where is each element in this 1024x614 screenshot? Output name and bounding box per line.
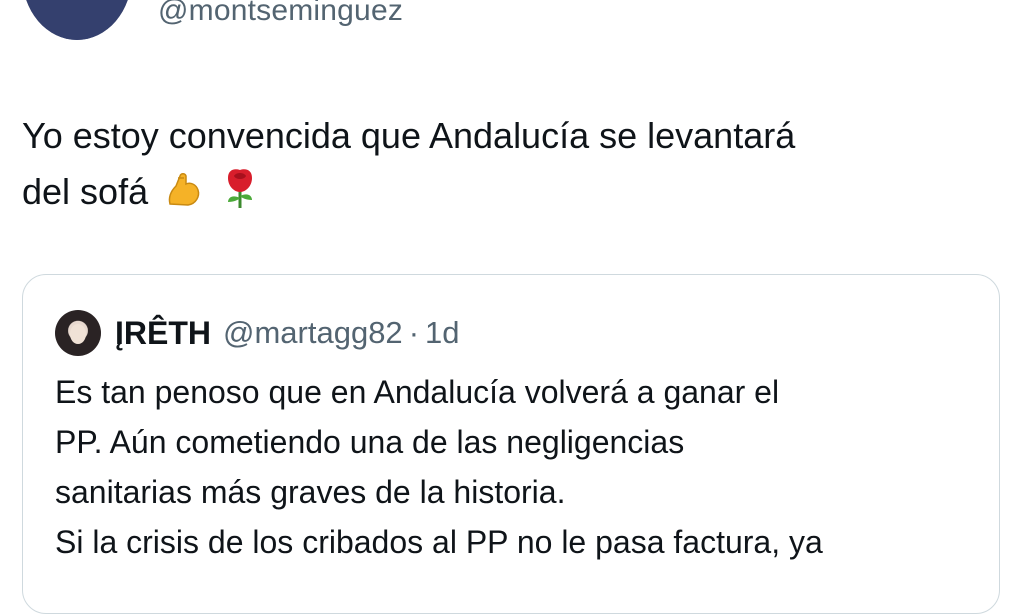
tweet-text-line-2-text: del sofá xyxy=(22,171,149,212)
avatar-shirt xyxy=(22,0,132,40)
quoted-author-handle[interactable]: @martagg82 xyxy=(223,315,403,351)
flexed-biceps-icon xyxy=(164,170,204,226)
quoted-text-line-2: PP. Aún cometiendo una de las negligenci… xyxy=(55,424,685,460)
rose-icon xyxy=(220,166,260,226)
separator-dot: · xyxy=(408,315,420,350)
quoted-text-line-4: Si la crisis de los cribados al PP no le… xyxy=(55,524,823,560)
quoted-tweet-card[interactable]: ĮRÊTH @martagg82 · 1d Es tan penoso que … xyxy=(22,274,1000,614)
tweet-text-line-1: Yo estoy convencida que Andalucía se lev… xyxy=(22,115,796,156)
author-handle[interactable]: @montseminguez xyxy=(158,0,403,28)
tweet-text-line-2: del sofá xyxy=(22,164,982,226)
quoted-author-avatar[interactable] xyxy=(55,310,101,356)
quoted-text-line-1: Es tan penoso que en Andalucía volverá a… xyxy=(55,374,780,410)
quoted-tweet-time[interactable]: 1d xyxy=(425,315,459,351)
quoted-tweet-text: Es tan penoso que en Andalucía volverá a… xyxy=(55,367,985,567)
tweet-text: Yo estoy convencida que Andalucía se lev… xyxy=(22,108,982,226)
quoted-author-name[interactable]: ĮRÊTH xyxy=(115,315,211,352)
quoted-tweet-header: ĮRÊTH @martagg82 · 1d xyxy=(55,309,460,357)
quoted-text-line-3: sanitarias más graves de la historia. xyxy=(55,474,566,510)
author-avatar[interactable] xyxy=(22,0,132,40)
